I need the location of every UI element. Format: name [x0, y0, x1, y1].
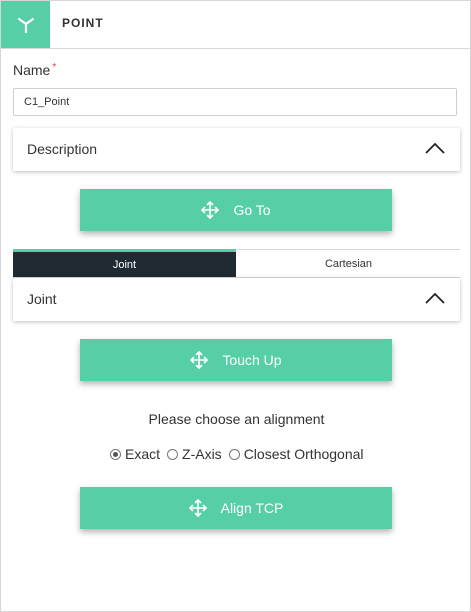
move-arrows-icon — [201, 201, 220, 219]
radio-button[interactable] — [228, 448, 240, 460]
name-label-text: Name — [13, 62, 51, 78]
go-to-button[interactable]: Go To — [80, 189, 392, 231]
radio-exact[interactable]: Exact — [110, 446, 160, 462]
name-label: Name * — [13, 62, 56, 78]
coordinate-tabs: Joint Cartesian — [13, 249, 460, 278]
radio-closest-orthogonal-label: Closest Orthogonal — [243, 446, 364, 462]
align-tcp-label: Align TCP — [220, 500, 284, 516]
move-arrows-icon — [190, 351, 209, 369]
radio-exact-label: Exact — [125, 446, 161, 462]
description-title: Description — [27, 141, 98, 157]
panel-header: POINT — [1, 1, 470, 49]
joint-title: Joint — [27, 291, 57, 307]
panel-title: POINT — [62, 16, 104, 30]
tab-joint[interactable]: Joint — [13, 249, 236, 277]
tab-cartesian[interactable]: Cartesian — [237, 249, 460, 277]
radio-button[interactable] — [167, 448, 179, 460]
chevron-up-icon[interactable] — [424, 140, 446, 156]
alignment-prompt: Please choose an alignment — [148, 411, 325, 427]
radio-button-checked[interactable] — [110, 448, 121, 460]
tool-point-icon — [1, 1, 50, 48]
go-to-label: Go To — [233, 202, 271, 218]
required-mark: * — [52, 62, 57, 73]
point-panel: POINT Name* Description Go To Joint Cart… — [0, 0, 471, 612]
alignment-options: Exact Z-Axis Closest Orthogonal — [110, 445, 371, 463]
align-tcp-button[interactable]: Align TCP — [80, 487, 392, 529]
move-arrows-icon — [188, 499, 207, 517]
touch-up-label: Touch Up — [222, 352, 282, 368]
name-input[interactable] — [13, 88, 457, 116]
joint-section[interactable]: Joint — [13, 278, 460, 321]
touch-up-button[interactable]: Touch Up — [80, 339, 392, 381]
chevron-up-icon[interactable] — [424, 290, 446, 306]
radio-closest-orthogonal[interactable]: Closest Orthogonal — [228, 446, 364, 462]
radio-z-axis-label: Z-Axis — [182, 446, 222, 462]
radio-z-axis[interactable]: Z-Axis — [167, 446, 222, 462]
description-section[interactable]: Description — [13, 128, 460, 171]
